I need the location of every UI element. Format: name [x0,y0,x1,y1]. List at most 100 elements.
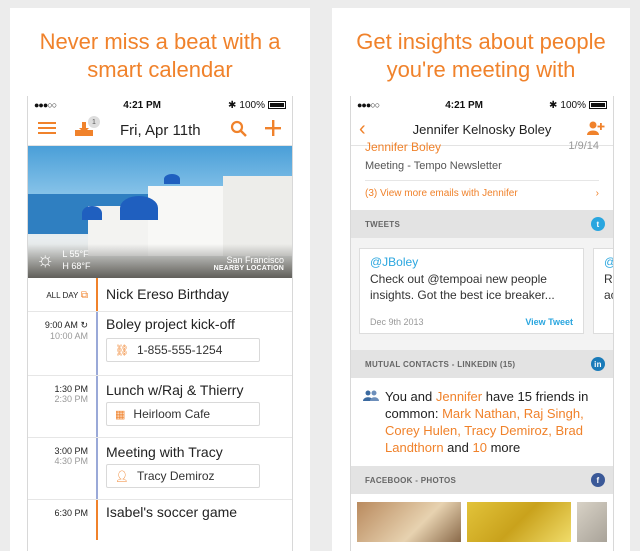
tweets-section-header: TWEETS t [351,210,613,238]
status-time: 4:21 PM [445,99,483,111]
divider [365,180,599,181]
event-row[interactable]: ALL DAY ⧉ Nick Ereso Birthday [28,278,292,312]
photo-thumbnail[interactable] [357,502,461,542]
tweet-text-line: Re [604,272,613,286]
gift-icon: ⧉ [80,290,88,301]
tweet-card[interactable]: @J Re ac [593,248,613,334]
headline-line-2: you're meeting with [386,57,576,82]
location-city: San Francisco [226,255,284,265]
event-detail-text: Tracy Demiroz [136,469,215,483]
tweets-header-label: TWEETS [365,219,401,229]
tweet-handle: @JBoley [370,255,419,269]
event-time: ALL DAY [46,291,79,300]
event-row[interactable]: 3:00 PM 4:30 PM Meeting with Tracy 👤︎ Tr… [28,438,292,500]
linkedin-icon: in [591,357,605,371]
status-time: 4:21 PM [123,99,161,111]
right-panel: Get insights about people you're meeting… [332,8,630,551]
event-time-column: 3:00 PM 4:30 PM [28,438,96,499]
view-more-emails-text: (3) View more emails with Jennifer [365,188,518,199]
bluetooth-icon: ✱ [549,99,558,111]
menu-icon[interactable] [38,120,56,136]
photo-thumbnail[interactable] [467,502,571,542]
facebook-header-label: FACEBOOK - PHOTOS [365,475,457,485]
tweet-handle: @J [604,255,613,269]
mutual-jennifer-link[interactable]: Jennifer [436,389,482,404]
sync-icon: ↻ [80,320,88,330]
add-event-icon[interactable] [264,119,282,137]
twitter-icon: t [591,217,605,231]
event-end-time: 2:30 PM [54,394,88,404]
facebook-icon: f [591,473,605,487]
mutual-text: more [486,440,521,455]
event-detail-person[interactable]: 👤︎ Tracy Demiroz [106,464,260,488]
event-end-time: 4:30 PM [54,456,88,466]
chevron-right-icon: › [595,188,599,199]
contact-phone-screen: ●●●○○ 4:21 PM ✱ 100% ‹ Jennifer Kelnosky… [350,96,614,551]
location-info: San Francisco NEARBY LOCATION [214,255,284,272]
mutual-text: You and [385,389,436,404]
event-time-column: ALL DAY ⧉ [28,278,96,311]
facebook-photo-strip[interactable] [351,494,613,550]
tweets-carousel[interactable]: @JBoley Check out @tempoai new people in… [351,238,613,350]
add-person-icon[interactable] [587,120,605,140]
battery-percent: 100% [239,99,265,111]
tweet-text-line: ac [604,288,613,302]
current-date[interactable]: Fri, Apr 11th [120,122,201,139]
event-body: Isabel's soccer game [98,500,292,540]
email-subject: Meeting - Tempo Newsletter [365,160,502,172]
bluetooth-icon: ✱ [228,99,237,111]
event-body: Meeting with Tracy 👤︎ Tracy Demiroz [98,438,292,499]
tweet-card[interactable]: @JBoley Check out @tempoai new people in… [359,248,584,334]
event-detail-text: Heirloom Cafe [133,407,211,421]
status-bar: ●●●○○ 4:21 PM ✱ 100% [351,96,613,114]
event-list: ALL DAY ⧉ Nick Ereso Birthday 9:00 AM ↻ … [28,278,292,540]
nearby-location-label: NEARBY LOCATION [213,265,284,272]
sun-icon: ☼ [36,248,55,271]
dome-shape [164,174,180,184]
map-icon: ▦ [115,408,126,421]
link-icon: ⛓ [115,344,129,357]
view-tweet-link[interactable]: View Tweet [525,317,573,327]
headline-line-1: Get insights about people [356,29,606,54]
weather-hero-image: ☼ L 55°F H 68°F San Francisco NEARBY LOC… [28,146,292,278]
battery-icon [267,101,286,109]
event-detail-phone[interactable]: ⛓ 1-855-555-1254 [106,338,260,362]
search-icon[interactable] [230,120,248,138]
headline-line-1: Never miss a beat with a [39,29,281,54]
event-body: Nick Ereso Birthday [98,278,292,311]
mutual-text: and [443,440,473,455]
event-end-time: 10:00 AM [49,331,88,341]
temperature-group: L 55°F H 68°F [62,248,90,272]
dome-shape [120,196,158,220]
status-bar: ●●●○○ 4:21 PM ✱ 100% [28,96,292,114]
event-time: 1:30 PM [54,384,88,394]
event-body: Lunch w/Raj & Thierry ▦ Heirloom Cafe [98,376,292,437]
calendar-app-bar: 1 Fri, Apr 11th [28,114,292,146]
event-time-column: 9:00 AM ↻ 10:00 AM [28,312,96,375]
event-row[interactable]: 1:30 PM 2:30 PM Lunch w/Raj & Thierry ▦ … [28,376,292,438]
people-icon [363,390,379,407]
left-headline: Never miss a beat with a smart calendar [10,28,310,84]
mutual-more-count-link[interactable]: 10 [472,440,486,455]
email-item[interactable]: Jennifer Boley 1/9/14 Meeting - Tempo Ne… [351,140,613,210]
dome-shape [82,206,102,220]
photo-thumbnail[interactable] [577,502,607,542]
event-row[interactable]: 6:30 PM Isabel's soccer game [28,500,292,540]
calendar-phone-screen: ●●●○○ 4:21 PM ✱ 100% 1 Fri, Apr 11th ☼ L… [27,96,293,551]
low-temp: L 55°F [62,249,89,259]
event-time: 6:30 PM [54,508,88,518]
notification-badge: 1 [88,116,100,128]
mutual-header-label: MUTUAL CONTACTS - LINKEDIN (15) [365,359,516,369]
event-time: 9:00 AM [44,320,78,330]
mutual-contacts-section-header: MUTUAL CONTACTS - LINKEDIN (15) in [351,350,613,378]
headline-line-2: smart calendar [87,57,233,82]
event-time-column: 6:30 PM [28,500,96,540]
event-body: Boley project kick-off ⛓ 1-855-555-1254 [98,312,292,375]
view-more-emails-link[interactable]: (3) View more emails with Jennifer › [365,188,599,199]
battery-group: ✱ 100% [549,100,607,111]
signal-icon: ●●●○○ [357,100,380,110]
event-name: Lunch w/Raj & Thierry [106,382,244,398]
event-detail-location[interactable]: ▦ Heirloom Cafe [106,402,260,426]
event-row[interactable]: 9:00 AM ↻ 10:00 AM Boley project kick-of… [28,312,292,376]
battery-icon [588,101,607,109]
